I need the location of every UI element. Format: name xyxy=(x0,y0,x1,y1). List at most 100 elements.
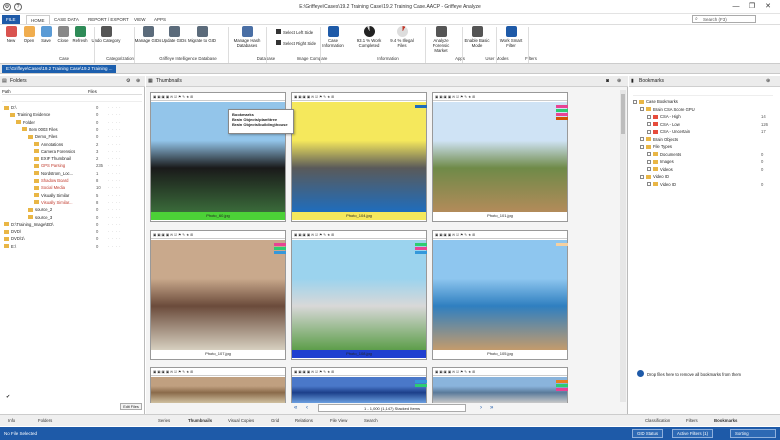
folder-row[interactable]: Visually Similar... 8 · · · · xyxy=(0,199,143,206)
camera-icon[interactable]: ◙ xyxy=(606,76,609,87)
bookmark-row[interactable]: Case Bookmarks xyxy=(633,98,778,105)
tab-classification[interactable]: Classification xyxy=(645,417,670,425)
thumbnail-toolbar[interactable]: ▣ ▣ ▣ ▣ ✉ ☑ ⚑ ✎ ★ ⊞ xyxy=(292,368,426,376)
bookmark-checkbox[interactable] xyxy=(647,159,651,164)
work-smart-filter-button[interactable]: Work Smart Filter xyxy=(496,26,526,48)
bookmark-checkbox[interactable] xyxy=(647,152,651,156)
bookmark-row[interactable]: Brain Objects xyxy=(633,136,778,143)
bookmark-row[interactable]: CSA - Low 126 xyxy=(633,121,778,128)
analyze-forensic-market-button[interactable]: Analyze Forensic Market xyxy=(426,26,456,53)
prev-page-button[interactable]: ‹ xyxy=(306,404,308,412)
bookmark-checkbox[interactable] xyxy=(633,99,637,104)
sorting-button[interactable]: Sorting xyxy=(730,429,776,438)
folder-row[interactable]: GPS Parsing 235 · · · · xyxy=(0,162,143,169)
tab-info[interactable]: Info xyxy=(8,417,15,425)
folder-row[interactable]: DVD\1\ 0 · · · · xyxy=(0,235,143,242)
page-range-select[interactable]: 1 - 1,000 (1,147) Stacked Items xyxy=(318,404,466,412)
folder-row[interactable]: Annotations 2 · · · · xyxy=(0,141,143,148)
bookmark-checkbox[interactable] xyxy=(640,107,644,111)
search-input[interactable]: ⌕ Search (F3) xyxy=(692,15,756,23)
case-information-button[interactable]: Case Information xyxy=(318,26,348,48)
folder-row[interactable]: EXIF Thumbnail 2 · · · · xyxy=(0,155,143,162)
thumbnail-image[interactable] xyxy=(433,240,567,350)
illegal-files-button[interactable]: 9.4 % Illegal Files xyxy=(387,26,417,48)
thumbnail-image[interactable] xyxy=(292,102,426,212)
thumbnails-scrollbar[interactable] xyxy=(620,90,626,402)
bookmark-row[interactable]: Brain CSA Score GPU xyxy=(633,106,778,113)
tab-visual-copies[interactable]: Visual Copies xyxy=(228,417,254,425)
pin-icon[interactable]: ⊕ xyxy=(136,76,140,87)
folder-row[interactable]: E:\ 0 · · · · xyxy=(0,243,143,250)
thumbnail-toolbar[interactable]: ▣ ▣ ▣ ▣ ✉ ☑ ⚑ ✎ ★ ⊞ xyxy=(151,368,285,376)
tab-grid[interactable]: Grid xyxy=(271,417,279,425)
folder-row[interactable]: Demo_Files 0 · · · · xyxy=(0,133,143,140)
folder-row[interactable]: Camera Forensics 3 · · · · xyxy=(0,148,143,155)
gid-status-button[interactable]: GID Status xyxy=(632,429,664,438)
bookmark-row[interactable]: Images 0 xyxy=(633,158,778,165)
case-document-tab[interactable]: E:\Griffeye\Cases\19.2 Training Case\19.… xyxy=(2,65,117,73)
tab-report-export[interactable]: REPORT / EXPORT xyxy=(84,15,133,24)
folder-row[interactable]: Folder 0 · · · · xyxy=(0,119,143,126)
thumbnail-image[interactable] xyxy=(433,377,567,403)
folder-row[interactable]: source_2 0 · · · · xyxy=(0,206,143,213)
thumbnail-toolbar[interactable]: ▣ ▣ ▣ ▣ ✉ ☑ ⚑ ✎ ★ ⊞ xyxy=(433,368,567,376)
last-page-button[interactable]: » xyxy=(490,404,493,412)
thumbnail-toolbar[interactable]: ▣ ▣ ▣ ▣ ✉ ☑ ⚑ ✎ ★ ⊞ xyxy=(151,93,285,101)
bookmark-row[interactable]: Video ID xyxy=(633,173,778,180)
migrate-to-gid-button[interactable]: Migrate to GID xyxy=(187,26,217,43)
minimize-button[interactable]: — xyxy=(730,2,742,12)
tab-case-data[interactable]: CASE DATA xyxy=(50,15,83,24)
thumbnail-card[interactable]: ▣ ▣ ▣ ▣ ✉ ☑ ⚑ ✎ ★ ⊞ Photo_108.jpg xyxy=(291,230,427,360)
next-page-button[interactable]: › xyxy=(480,404,482,412)
undo-category-button[interactable]: Undo Category xyxy=(91,26,121,43)
thumbnail-toolbar[interactable]: ▣ ▣ ▣ ▣ ✉ ☑ ⚑ ✎ ★ ⊞ xyxy=(433,93,567,101)
pin-icon[interactable]: ⊕ xyxy=(766,76,770,87)
work-completed-button[interactable]: 93.1 % Work Completed xyxy=(354,26,384,48)
thumbnail-image[interactable] xyxy=(292,240,426,350)
gear-icon[interactable]: ⚙ xyxy=(126,76,130,87)
folder-row[interactable]: Shadow Board 8 · · · · xyxy=(0,177,143,184)
bookmark-checkbox[interactable] xyxy=(640,144,644,149)
first-page-button[interactable]: « xyxy=(294,404,297,412)
select-left-side-button[interactable]: Select Left Side xyxy=(276,29,322,35)
tab-series[interactable]: Series xyxy=(158,417,170,425)
edit-files-button[interactable]: Edit Files xyxy=(120,403,142,410)
bookmark-checkbox[interactable] xyxy=(640,174,644,179)
bookmark-row[interactable]: File Types xyxy=(633,143,778,150)
manage-hash-databases-button[interactable]: Manage Hash Databases xyxy=(232,26,262,48)
bookmark-checkbox[interactable] xyxy=(640,137,644,141)
bookmarks-filter-row[interactable] xyxy=(633,90,773,96)
thumbnail-card[interactable]: ▣ ▣ ▣ ▣ ✉ ☑ ⚑ ✎ ★ ⊞ Photo_101.jpg xyxy=(432,92,568,222)
tab-folders[interactable]: Folders xyxy=(38,417,52,425)
bookmark-row[interactable]: Documents 0 xyxy=(633,151,778,158)
thumbnail-image[interactable] xyxy=(151,240,285,350)
tab-view[interactable]: VIEW xyxy=(130,15,150,24)
tab-file[interactable]: FILE xyxy=(2,15,20,24)
thumbnail-card[interactable]: ▣ ▣ ▣ ▣ ✉ ☑ ⚑ ✎ ★ ⊞ Photo_107.jpg xyxy=(150,230,286,360)
folder-row[interactable]: Item 0003 Files 0 · · · · xyxy=(0,126,143,133)
folder-row[interactable]: D:\ 0 · · · · xyxy=(0,104,143,111)
tab-filters[interactable]: Filters xyxy=(686,417,698,425)
tab-search[interactable]: Search xyxy=(364,417,378,425)
tab-bookmarks[interactable]: Bookmarks xyxy=(714,417,737,425)
thumbnail-image[interactable] xyxy=(433,102,567,212)
bookmark-checkbox[interactable] xyxy=(647,167,651,171)
folder-row[interactable]: D:\Training_Image\ED\ 0 · · · · xyxy=(0,221,143,228)
folder-row[interactable]: Social Media 10 · · · · xyxy=(0,184,143,191)
folder-row[interactable]: source_3 0 · · · · xyxy=(0,214,143,221)
bookmark-row[interactable]: CSA - Uncertain 17 xyxy=(633,128,778,135)
maximize-button[interactable]: ❐ xyxy=(746,2,758,12)
thumbnail-card[interactable]: ▣ ▣ ▣ ▣ ✉ ☑ ⚑ ✎ ★ ⊞ Photo_104.jpg xyxy=(291,92,427,222)
select-right-side-button[interactable]: Select Right Side xyxy=(276,40,322,46)
thumbnail-toolbar[interactable]: ▣ ▣ ▣ ▣ ✉ ☑ ⚑ ✎ ★ ⊞ xyxy=(292,231,426,239)
tab-home[interactable]: HOME xyxy=(26,15,50,24)
thumbnail-image[interactable] xyxy=(292,377,426,403)
thumbnail-card[interactable]: ▣ ▣ ▣ ▣ ✉ ☑ ⚑ ✎ ★ ⊞ xyxy=(432,367,568,403)
thumbnail-image[interactable] xyxy=(151,377,285,403)
folder-row[interactable]: Training Evidence 0 · · · · xyxy=(0,111,143,118)
tab-thumbnails[interactable]: Thumbnails xyxy=(188,417,212,425)
update-gids-button[interactable]: Update GIDs xyxy=(159,26,189,43)
active-filters-button[interactable]: Active Filters (1) xyxy=(672,429,714,438)
tab-file-view[interactable]: File View xyxy=(330,417,347,425)
folder-row[interactable]: Visually Similar 5 · · · · xyxy=(0,192,143,199)
